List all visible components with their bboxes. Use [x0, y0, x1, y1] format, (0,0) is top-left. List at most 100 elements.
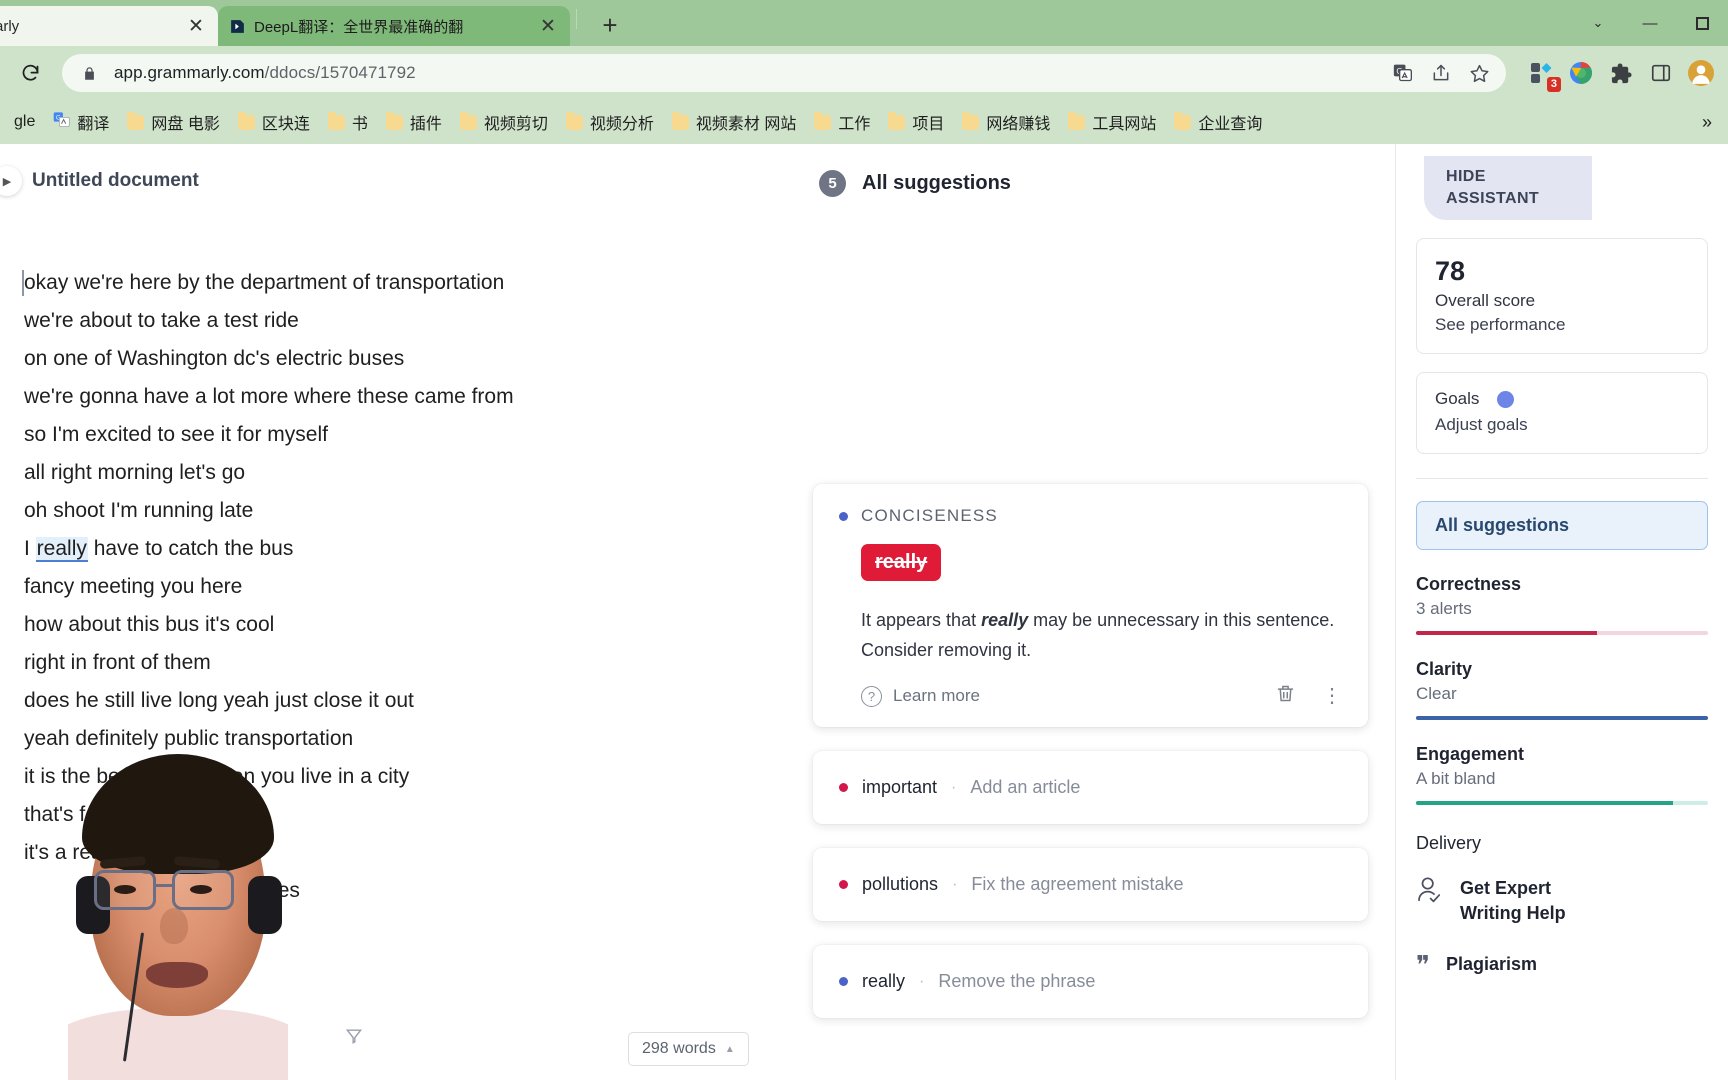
metric-engagement[interactable]: Engagement A bit bland: [1416, 744, 1708, 805]
trash-icon[interactable]: [1275, 683, 1296, 709]
browser-tab-grammarly[interactable]: mmarly ✕: [0, 6, 218, 46]
chevron-right-icon[interactable]: ▶: [0, 166, 22, 196]
mini-card-separator: ·: [919, 972, 925, 990]
bookmark-item[interactable]: 工具网站: [1060, 106, 1164, 138]
close-icon[interactable]: ✕: [184, 14, 208, 38]
word-count-button[interactable]: 298 words ▲: [628, 1032, 749, 1066]
avatar[interactable]: [1686, 58, 1716, 88]
expert-line1: Get Expert: [1460, 878, 1552, 898]
url-path: /ddocs/1570471792: [264, 63, 416, 82]
doc-line[interactable]: on one of Washington dc's electric buses: [24, 340, 1395, 378]
suggestion-mini-card[interactable]: really · Remove the phrase: [813, 945, 1368, 1018]
mini-card-word: really: [862, 971, 906, 991]
see-performance-link[interactable]: See performance: [1435, 315, 1689, 335]
bookmark-label: 插件: [409, 116, 442, 133]
bookmark-item[interactable]: 插件: [378, 106, 450, 138]
share-icon[interactable]: [1428, 60, 1454, 86]
tab-separator: [576, 9, 577, 29]
more-vertical-icon[interactable]: ⋮: [1322, 686, 1342, 706]
bookmark-item[interactable]: 视频剪切: [452, 106, 556, 138]
bookmark-item[interactable]: G 翻译: [45, 106, 117, 138]
card-footer: ? Learn more ⋮: [861, 683, 1342, 713]
sidepanel-icon[interactable]: [1646, 58, 1676, 88]
bookmark-item[interactable]: 网络赚钱: [954, 106, 1058, 138]
adjust-goals-link[interactable]: Adjust goals: [1435, 415, 1689, 435]
puzzle-icon[interactable]: [1606, 58, 1636, 88]
bookmark-item[interactable]: 企业查询: [1166, 106, 1270, 138]
doc-line[interactable]: we're about to take a test ride: [24, 302, 1395, 340]
reload-icon[interactable]: [12, 55, 48, 91]
expert-line2: Writing Help: [1460, 903, 1566, 923]
plagiarism-button[interactable]: ❞ Plagiarism: [1416, 952, 1708, 978]
new-tab-button[interactable]: +: [593, 8, 627, 42]
bookmark-label: 工具网站: [1092, 116, 1157, 133]
suggestion-card-active[interactable]: CONCISENESS really It appears that reall…: [813, 484, 1368, 727]
divider: [1416, 478, 1708, 479]
google-translate-icon: G: [53, 111, 71, 133]
learn-more-label: Learn more: [893, 686, 980, 705]
chevron-down-icon[interactable]: ⌄: [1572, 3, 1624, 43]
goals-indicator-dot: [1497, 390, 1515, 408]
hide-assistant-button[interactable]: HIDE ASSISTANT: [1424, 156, 1592, 220]
metric-correctness[interactable]: Correctness 3 alerts: [1416, 574, 1708, 635]
metric-delivery-name[interactable]: Delivery: [1416, 833, 1708, 854]
category-label: CONCISENESS: [861, 506, 998, 525]
mini-card-separator: ·: [952, 875, 958, 893]
suggestion-mini-card[interactable]: important · Add an article: [813, 751, 1368, 824]
learn-more-link[interactable]: ? Learn more: [861, 685, 980, 707]
all-suggestions-filter-button[interactable]: All suggestions: [1416, 501, 1708, 550]
suggestion-highlight[interactable]: really: [35, 537, 88, 562]
bookmark-item[interactable]: 项目: [880, 106, 952, 138]
bookmark-item[interactable]: 网盘 电影: [119, 106, 227, 138]
tab-title: DeepL翻译：全世界最准确的翻: [254, 18, 464, 36]
bookmark-item[interactable]: 视频分析: [558, 106, 662, 138]
chrome-profile-icon[interactable]: [1566, 58, 1596, 88]
maximize-button[interactable]: [1676, 3, 1728, 43]
metric-value: A bit bland: [1416, 769, 1496, 788]
extensions-icon[interactable]: 3: [1526, 58, 1561, 92]
category-dot: [839, 511, 848, 521]
metric-clarity[interactable]: Clarity Clear: [1416, 659, 1708, 720]
star-icon[interactable]: [1466, 60, 1492, 86]
suggestion-mini-card[interactable]: pollutions · Fix the agreement mistake: [813, 848, 1368, 921]
chevron-up-icon: ▲: [724, 1043, 735, 1055]
bookmark-item[interactable]: 视频素材 网站: [664, 106, 804, 138]
folder-icon: [237, 111, 255, 130]
metric-value: Clear: [1416, 684, 1457, 703]
metric-name: Clarity: [1416, 659, 1473, 679]
get-expert-writing-help-button[interactable]: Get Expert Writing Help: [1416, 876, 1708, 926]
suggestion-chip[interactable]: really: [861, 544, 942, 581]
bookmarks-overflow-button[interactable]: »: [1692, 112, 1722, 133]
translate-icon[interactable]: G: [1390, 60, 1416, 86]
address-bar[interactable]: app.grammarly.com/ddocs/1570471792 G: [62, 54, 1506, 92]
minimize-button[interactable]: —: [1624, 3, 1676, 43]
bookmark-item[interactable]: 区块连: [230, 106, 318, 138]
folder-icon: [565, 111, 583, 130]
doc-line[interactable]: we're gonna have a lot more where these …: [24, 378, 1395, 416]
folder-icon: [671, 111, 689, 130]
doc-line[interactable]: okay we're here by the department of tra…: [22, 264, 1395, 302]
suggestions-title: All suggestions: [862, 172, 1011, 194]
close-icon[interactable]: ✕: [536, 14, 560, 38]
bookmark-label: 视频分析: [589, 116, 654, 133]
hl-prefix: I: [24, 537, 36, 560]
bookmark-item[interactable]: gle: [6, 109, 43, 135]
bookmarks-bar: gle G 翻译 网盘 电影 区块连 书 插件 视频剪切 视频分析 视频素材 网…: [0, 100, 1728, 144]
category-dot: [839, 880, 848, 889]
clear-formatting-icon[interactable]: [344, 1026, 364, 1052]
goals-card[interactable]: Goals Adjust goals: [1416, 372, 1708, 454]
mini-card-separator: ·: [951, 778, 957, 796]
goals-title: Goals: [1435, 389, 1480, 408]
folder-icon: [1068, 111, 1086, 130]
browser-tab-deepl[interactable]: DeepL翻译：全世界最准确的翻 ✕: [218, 6, 570, 46]
window-controls: ⌄ —: [1572, 0, 1728, 46]
card-category-row: CONCISENESS: [839, 506, 1342, 526]
category-dot: [839, 783, 848, 792]
doc-line[interactable]: so I'm excited to see it for myself: [24, 416, 1395, 454]
bookmark-item[interactable]: 书: [320, 106, 376, 138]
page-title[interactable]: Untitled document: [32, 170, 199, 192]
tab-strip: mmarly ✕ DeepL翻译：全世界最准确的翻 ✕ + ⌄ —: [0, 0, 1728, 46]
explanation-prefix: It appears that: [861, 610, 982, 630]
overall-score-card[interactable]: 78 Overall score See performance: [1416, 238, 1708, 354]
bookmark-item[interactable]: 工作: [806, 106, 878, 138]
